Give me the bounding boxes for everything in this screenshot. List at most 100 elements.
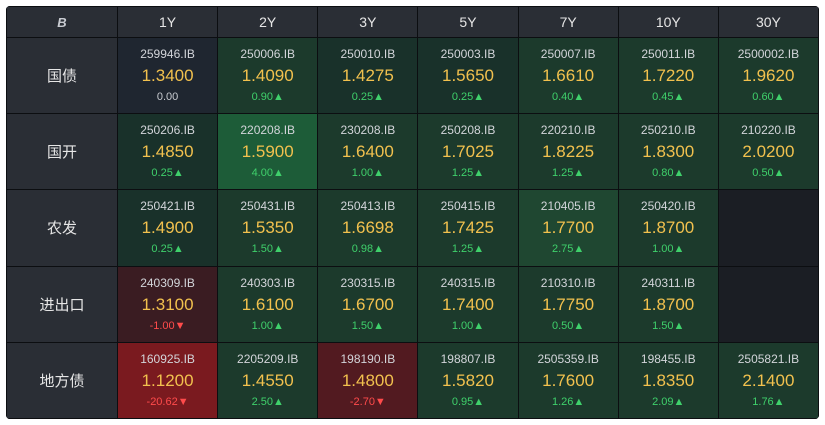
bond-quote-cell[interactable]: 210220.IB 2.0200 0.50▲ [717,113,819,191]
bond-yield: 1.4090 [241,66,294,86]
table-row: 地方债 160925.IB 1.1200 -20.62▼ 2205209.IB 1.455… [6,341,819,419]
bond-quote-cell[interactable]: 259946.IB 1.3400 0.00 [116,36,219,115]
bond-quote-cell[interactable]: 220208.IB 1.5900 4.00▲ [217,113,319,191]
bond-change-bp: 1.50▲ [351,319,384,332]
tenor-header-7y[interactable]: 7Y [517,6,619,38]
bond-yield: 1.8700 [642,218,695,238]
bond-yield: 1.1200 [141,370,194,390]
bond-quote-cell[interactable]: 250006.IB 1.4090 0.90▲ [217,36,319,115]
bond-yield: 2.0200 [742,142,795,162]
bond-yield: 1.7700 [542,218,595,238]
bond-code: 220210.IB [540,123,596,138]
bond-code: 2205209.IB [237,351,299,366]
bond-yield: 1.4275 [341,66,394,86]
bond-yield: 1.3100 [141,294,194,314]
bond-yield: 1.4550 [241,370,294,390]
bond-change-bp: 2.09▲ [652,395,685,408]
bond-quote-cell[interactable]: 198807.IB 1.5820 0.95▲ [417,341,519,419]
tenor-header-3y[interactable]: 3Y [317,6,419,38]
bond-quote-cell[interactable]: 2205209.IB 1.4550 2.50▲ [217,341,319,419]
table-row: 国债 259946.IB 1.3400 0.00 250006.IB 1.4090 0.90… [6,36,819,115]
bond-code: 160925.IB [140,351,195,366]
bond-change-bp: 0.25▲ [351,91,384,104]
bond-yield: 1.6400 [341,142,394,162]
bond-change-bp: 0.98▲ [351,243,384,256]
bond-quote-cell[interactable]: 210310.IB 1.7750 0.50▲ [517,265,619,343]
bond-quote-cell[interactable]: 240309.IB 1.3100 -1.00▼ [116,265,219,343]
bond-code: 198455.IB [640,351,696,366]
bond-yield: 1.6100 [241,294,294,314]
tenor-header-10y[interactable]: 10Y [617,6,719,38]
bond-quote-cell[interactable]: 250420.IB 1.8700 1.00▲ [617,189,719,267]
bond-quote-cell[interactable]: 160925.IB 1.1200 -20.62▼ [116,341,219,419]
bond-change-bp: 1.00▲ [251,319,284,332]
bond-quote-cell[interactable]: 250003.IB 1.5650 0.25▲ [417,36,519,115]
bond-quote-cell[interactable]: 210405.IB 1.7700 2.75▲ [517,189,619,267]
bond-code: 210220.IB [741,123,796,138]
bond-code: 250420.IB [640,199,696,214]
bond-yield: 2.1400 [742,370,795,390]
bond-quote-cell[interactable]: 240303.IB 1.6100 1.00▲ [217,265,319,343]
bond-code: 230315.IB [340,275,396,290]
tenor-header-1y[interactable]: 1Y [116,6,219,38]
bond-code: 250210.IB [640,123,696,138]
row-label: 国开 [6,113,118,191]
bond-code: 240303.IB [240,275,296,290]
bond-quote-cell[interactable]: 198190.IB 1.4800 -2.70▼ [317,341,419,419]
bond-code: 250415.IB [440,199,496,214]
bond-quote-cell[interactable]: 2500002.IB 1.9620 0.60▲ [717,36,819,115]
bond-yield: 1.6610 [542,66,595,86]
bond-quote-cell[interactable]: 2505821.IB 2.1400 1.76▲ [717,341,819,419]
bond-quote-cell[interactable]: 220210.IB 1.8225 1.25▲ [517,113,619,191]
bond-change-bp: 1.25▲ [451,243,485,256]
bond-quote-cell[interactable]: 250206.IB 1.4850 0.25▲ [116,113,219,191]
bond-change-bp: 1.76▲ [752,395,785,408]
bond-code: 250010.IB [340,47,396,62]
bond-yield: 1.7400 [441,294,494,314]
bond-quote-cell[interactable]: 240315.IB 1.7400 1.00▲ [417,265,519,343]
bond-quote-cell[interactable]: 250208.IB 1.7025 1.25▲ [417,113,519,191]
bond-quote-cell[interactable]: 230208.IB 1.6400 1.00▲ [317,113,419,191]
bond-change-bp: 1.00▲ [451,319,485,332]
bond-code: 250431.IB [240,199,296,214]
row-label: 国债 [6,36,118,115]
bond-change-bp: 0.40▲ [551,91,585,104]
bond-code: 210310.IB [540,275,596,290]
bond-change-bp: 0.80▲ [652,167,685,180]
bond-yield: 1.7600 [542,370,595,390]
bond-quote-cell[interactable]: 250010.IB 1.4275 0.25▲ [317,36,419,115]
bond-code: 250413.IB [340,199,396,214]
bond-code: 250208.IB [440,123,496,138]
bond-yield: 1.9620 [742,66,795,86]
table-row: 农发 250421.IB 1.4900 0.25▲ 250431.IB 1.5350 1.5… [6,189,819,267]
bond-yield: 1.5900 [241,142,294,162]
bond-yield: 1.8225 [542,142,595,162]
bond-quote-cell[interactable]: 250011.IB 1.7220 0.45▲ [617,36,719,115]
bond-quote-cell[interactable]: 250431.IB 1.5350 1.50▲ [217,189,319,267]
bond-change-bp: 1.25▲ [451,167,485,180]
bond-quote-cell[interactable]: 250413.IB 1.6698 0.98▲ [317,189,419,267]
bond-yield: 1.5820 [441,370,494,390]
bond-quote-cell[interactable]: 230315.IB 1.6700 1.50▲ [317,265,419,343]
bond-change-bp: 1.50▲ [652,319,685,332]
bond-yield: 1.8350 [642,370,695,390]
bond-quote-cell[interactable]: 250415.IB 1.7425 1.25▲ [417,189,519,267]
bond-change-bp: 2.50▲ [251,395,284,408]
bond-yield: 1.7750 [542,294,595,314]
tenor-header-30y[interactable]: 30Y [717,6,819,38]
table-row: 进出口 240309.IB 1.3100 -1.00▼ 240303.IB 1.6100 1… [6,265,819,343]
bond-quote-cell[interactable]: 250210.IB 1.8300 0.80▲ [617,113,719,191]
bond-quote-cell[interactable]: 240311.IB 1.8700 1.50▲ [617,265,719,343]
bond-code: 2505359.IB [537,351,599,366]
bond-change-bp: 0.60▲ [752,91,785,104]
bond-quote-cell[interactable]: 250421.IB 1.4900 0.25▲ [116,189,219,267]
bond-quote-cell[interactable]: 2505359.IB 1.7600 1.26▲ [517,341,619,419]
tenor-header-5y[interactable]: 5Y [417,6,519,38]
bond-code: 198807.IB [440,351,496,366]
bond-quote-cell[interactable]: 198455.IB 1.8350 2.09▲ [617,341,719,419]
bond-quote-cell[interactable]: 250007.IB 1.6610 0.40▲ [517,36,619,115]
tenor-header-row: B 1Y 2Y 3Y 5Y 7Y 10Y 30Y [6,6,819,38]
empty-quote-cell [717,189,819,267]
tenor-header-2y[interactable]: 2Y [217,6,319,38]
bond-change-bp: 0.25▲ [151,243,184,256]
